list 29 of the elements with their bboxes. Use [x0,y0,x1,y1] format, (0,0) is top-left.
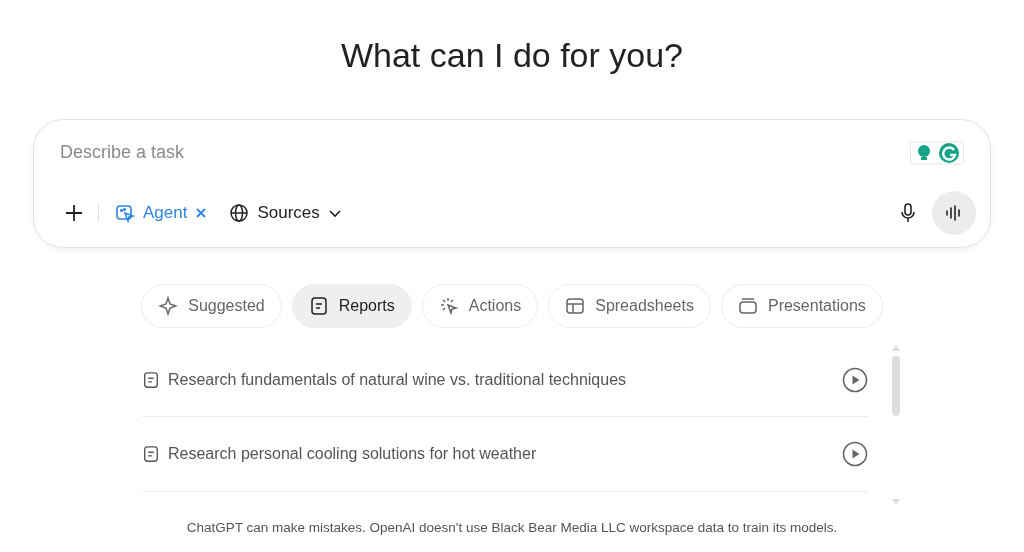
category-tab[interactable]: Actions [421,284,539,328]
category-tab[interactable]: Suggested [141,284,282,328]
page-heading: What can I do for you? [340,35,684,76]
play-icon[interactable] [842,441,868,467]
cursor-click-icon [115,203,135,223]
prompt-text: Research fundamentals of natural wine vs. traditional techniques [168,371,628,389]
category-tab[interactable]: Presentations [720,284,883,328]
agent-chip[interactable]: Agent [109,199,214,227]
close-icon[interactable] [195,207,208,219]
voice-mode-button[interactable] [932,191,976,235]
slides-icon [737,296,758,316]
plus-icon [64,203,84,223]
sources-dropdown[interactable]: Sources [223,199,348,227]
document-icon [142,445,160,463]
play-icon[interactable] [842,367,868,393]
microphone-icon [898,202,918,224]
globe-icon [229,203,250,223]
sparkle-icon [158,296,179,316]
table-icon [565,296,586,316]
prompt-text: Research personal cooling solutions for hot weather [168,445,538,463]
cursor-click-icon [438,296,459,316]
category-tab[interactable]: Reports [291,284,412,328]
document-icon [142,371,160,389]
document-icon [308,296,329,316]
prompt-suggestion[interactable]: Research fundamentals of natural wine vs. traditional techniques [142,344,868,417]
category-tab[interactable]: Spreadsheets [548,284,711,328]
disclaimer-text: ChatGPT can make mistakes. OpenAI doesn't use Black Bear Media LLC workspace data to train its models. [186,520,838,535]
extension-icons[interactable] [910,140,964,165]
prompt-suggestion[interactable]: Research personal cooling solutions for hot weather [142,417,868,492]
